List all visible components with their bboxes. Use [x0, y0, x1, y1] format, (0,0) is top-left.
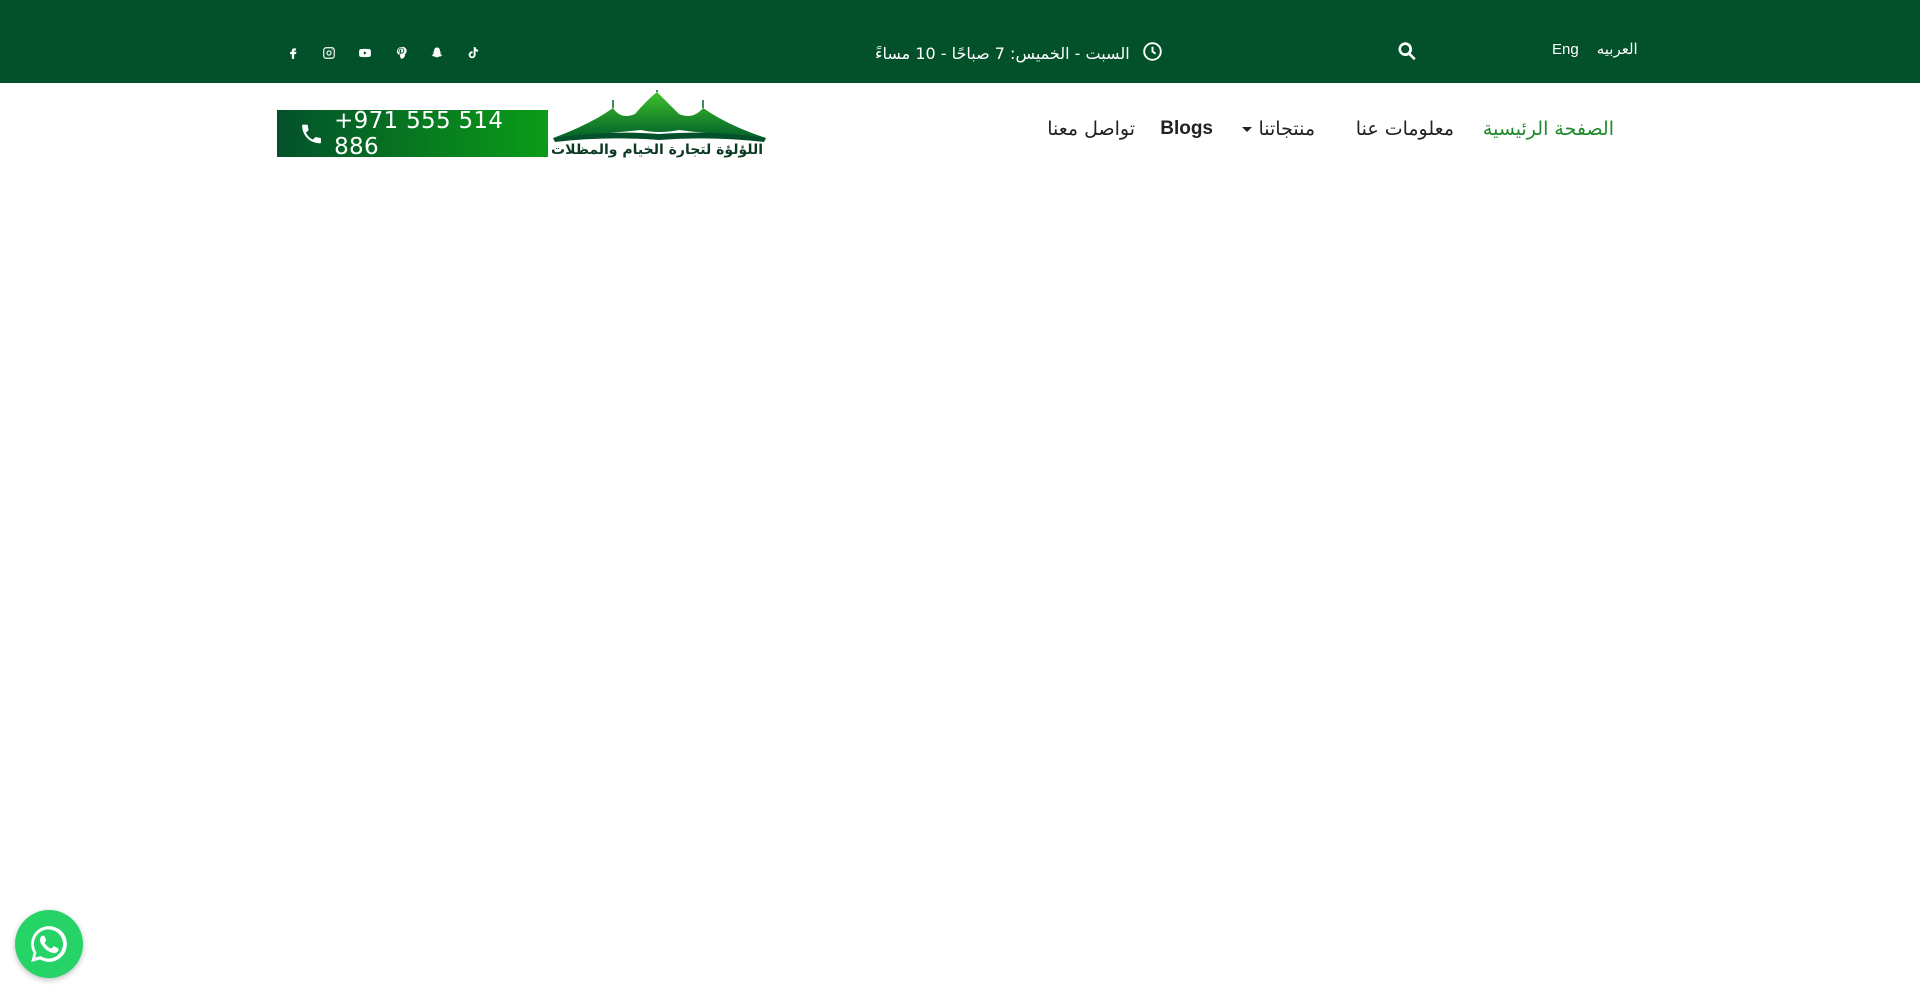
nav-contact[interactable]: تواصل معنا	[1047, 118, 1135, 140]
whatsapp-icon	[31, 926, 67, 962]
language-arabic[interactable]: العربيه	[1597, 40, 1638, 58]
logo-text: اللؤلؤة لتجارة الخيام والمظلات	[551, 142, 763, 158]
opening-hours-text: السبت - الخميس: 7 صباحًا - 10 مساءً	[875, 43, 1130, 63]
clock-icon	[1142, 41, 1163, 66]
phone-icon	[302, 124, 321, 143]
nav-products[interactable]: منتجاتنا	[1242, 118, 1315, 140]
nav-blogs[interactable]: Blogs	[1160, 118, 1213, 140]
instagram-icon[interactable]	[317, 41, 341, 65]
main-nav: الصفحة الرئيسية معلومات عنا منتجاتنا Blo…	[1040, 118, 1620, 148]
nav-about[interactable]: معلومات عنا	[1356, 118, 1454, 140]
pinterest-icon[interactable]	[389, 41, 413, 65]
phone-number: +971 555 514 886	[334, 107, 504, 160]
nav-products-label: منتجاتنا	[1258, 118, 1315, 140]
site-logo[interactable]: اللؤلؤة لتجارة الخيام والمظلات	[551, 86, 768, 166]
opening-hours: السبت - الخميس: 7 صباحًا - 10 مساءً	[875, 41, 1163, 65]
tiktok-icon[interactable]	[461, 41, 485, 65]
nav-home[interactable]: الصفحة الرئيسية	[1483, 118, 1614, 140]
search-icon[interactable]	[1396, 40, 1420, 64]
facebook-icon[interactable]	[281, 41, 305, 65]
tent-logo-icon	[553, 86, 766, 142]
whatsapp-button[interactable]	[15, 910, 83, 978]
top-bar: السبت - الخميس: 7 صباحًا - 10 مساءً Eng …	[0, 0, 1920, 83]
chevron-down-icon	[1242, 126, 1253, 132]
social-links	[281, 41, 485, 65]
phone-button[interactable]: +971 555 514 886	[277, 107, 548, 160]
youtube-icon[interactable]	[353, 41, 377, 65]
snapchat-icon[interactable]	[425, 41, 449, 65]
language-english[interactable]: Eng	[1552, 41, 1579, 58]
language-switcher: Eng العربيه	[1552, 40, 1638, 59]
